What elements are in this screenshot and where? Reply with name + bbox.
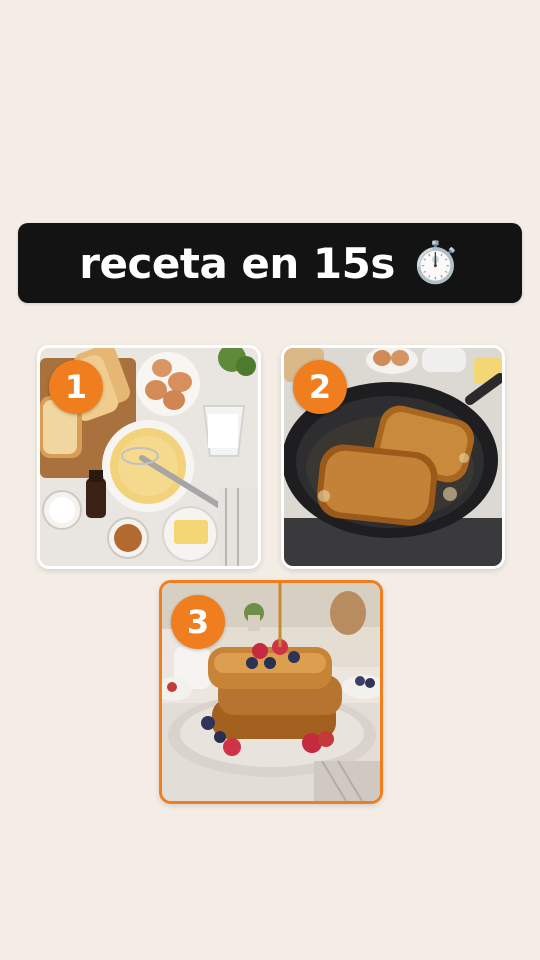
title-banner: receta en 15s ⏱️ [18,223,522,303]
step-number-badge: 2 [293,360,347,414]
step-number-badge: 3 [171,595,225,649]
page-title: receta en 15s [79,238,395,288]
step-number-badge: 1 [49,360,103,414]
step-card-2[interactable]: 2 [281,345,505,569]
stopwatch-icon: ⏱️ [410,240,461,286]
step-card-1[interactable]: 1 [37,345,261,569]
step-card-3[interactable]: 3 [159,580,383,804]
